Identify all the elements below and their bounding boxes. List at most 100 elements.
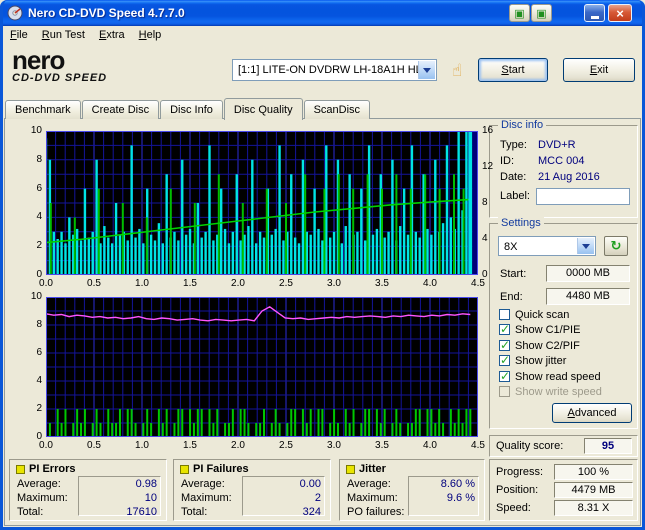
- checkbox-show-c2-pif[interactable]: Show C2/PIF: [499, 338, 580, 352]
- axis-tick: 0: [36, 269, 42, 280]
- disc-type-value: DVD+R: [538, 139, 576, 151]
- advanced-button[interactable]: Advanced: [552, 403, 632, 423]
- axis-tick: 4.5: [471, 440, 485, 451]
- titlebar-tool-button-2[interactable]: ▣: [531, 4, 552, 22]
- tab-benchmark[interactable]: Benchmark: [5, 100, 81, 119]
- disc-label-input[interactable]: [536, 188, 630, 205]
- start-position-field[interactable]: 0000 MB: [546, 265, 630, 282]
- stat-label: PO failures:: [347, 506, 405, 518]
- tab-strip: Benchmark Create Disc Disc Info Disc Qua…: [5, 98, 371, 120]
- pi-failures-stats: PI Failures Average: Maximum: Total: 0.0…: [173, 459, 331, 521]
- axis-tick: 6: [36, 182, 42, 194]
- refresh-button[interactable]: ↻: [604, 236, 628, 256]
- checkbox-label: Quick scan: [515, 308, 570, 321]
- field-label: End:: [500, 291, 523, 303]
- position-value: 4479 MB: [554, 482, 633, 498]
- axis-tick: 8: [482, 197, 488, 208]
- drive-selector[interactable]: [1:1] LITE-ON DVDRW LH-18A1H HL05: [232, 59, 437, 81]
- logo-text: nero: [12, 45, 65, 75]
- green-window-icon: ▣: [514, 7, 525, 20]
- menu-run-test[interactable]: Run Test: [35, 27, 92, 45]
- jitter-legend-swatch: [346, 464, 355, 474]
- stat-label: Average:: [347, 478, 391, 490]
- axis-tick: 4.0: [423, 278, 437, 289]
- stat-value: 9.6 %: [446, 492, 475, 504]
- close-icon: ×: [616, 5, 624, 21]
- drive-hand-button[interactable]: ☝: [443, 58, 471, 83]
- stat-label: Maximum:: [17, 492, 68, 504]
- disc-quality-panel: PI Errors Average: Maximum: Total: 0.98 …: [4, 118, 641, 526]
- checkbox-show-write-speed[interactable]: Show write speed: [499, 385, 602, 398]
- pi-errors-chart: [44, 131, 479, 275]
- axis-tick: 0: [36, 431, 42, 442]
- checkbox-label: Show write speed: [515, 385, 602, 398]
- checkbox-quick-scan[interactable]: Quick scan: [499, 308, 569, 321]
- axis-tick: 10: [30, 125, 42, 136]
- axis-tick: 16: [482, 125, 494, 136]
- tab-scandisc[interactable]: ScanDisc: [303, 100, 371, 119]
- logo-subtext: CD-DVD SPEED: [12, 72, 108, 84]
- exit-button[interactable]: Exit: [563, 58, 635, 82]
- field-label: Date:: [500, 171, 527, 183]
- disc-date-value: 21 Aug 2016: [538, 171, 600, 183]
- menu-bar: File Run Test Extra Help: [3, 27, 642, 45]
- checkbox-box: [499, 338, 510, 352]
- status-group: Progress: 100 % Position: 4479 MB Speed:…: [489, 459, 638, 521]
- checkbox-show-jitter[interactable]: Show jitter: [499, 353, 566, 367]
- axis-tick: 2.0: [231, 440, 245, 451]
- checkbox-label: Show C1/PIE: [515, 323, 581, 336]
- pi-errors-legend-swatch: [16, 464, 25, 474]
- settings-group: Settings 8X ↻ Start: 0000 MB End: 4480 M…: [489, 217, 638, 429]
- axis-tick: 2.0: [231, 278, 245, 289]
- speed-selector[interactable]: 8X: [498, 236, 596, 256]
- end-position-field[interactable]: 4480 MB: [546, 288, 630, 305]
- axis-tick: 12: [482, 161, 494, 172]
- axis-tick: 0.5: [87, 278, 101, 289]
- minimize-icon: [590, 15, 599, 19]
- start-button[interactable]: Start: [478, 58, 548, 82]
- menu-help[interactable]: Help: [132, 27, 169, 45]
- panel-title: Jitter: [359, 463, 386, 475]
- axis-tick: 1.5: [183, 278, 197, 289]
- stat-values: 8.60 % 9.6 %: [408, 476, 479, 516]
- checkbox-box: [499, 322, 510, 336]
- stat-values: 0.00 2 324: [242, 476, 325, 518]
- axis-tick: 6: [36, 347, 42, 358]
- stat-value: 10: [144, 492, 157, 504]
- dropdown-arrow-button[interactable]: [418, 61, 435, 79]
- field-label: Label:: [500, 190, 530, 202]
- title-bar[interactable]: Nero CD-DVD Speed 4.7.7.0 ▣ ▣ ×: [0, 0, 645, 26]
- titlebar-tool-button-1[interactable]: ▣: [509, 4, 530, 22]
- stat-value: 2: [314, 492, 321, 504]
- app-icon: [7, 5, 23, 21]
- pi-errors-stats: PI Errors Average: Maximum: Total: 0.98 …: [9, 459, 167, 521]
- menu-file[interactable]: File: [3, 27, 35, 45]
- axis-tick: 8: [36, 319, 42, 330]
- nero-logo: nero CD-DVD SPEED: [12, 45, 108, 84]
- speed-label: Speed:: [496, 502, 531, 514]
- tab-disc-info[interactable]: Disc Info: [160, 100, 223, 119]
- panel-title: PI Errors: [29, 463, 76, 475]
- axis-tick: 2.5: [279, 440, 293, 451]
- axis-tick: 3.0: [327, 278, 341, 289]
- axis-tick: 10: [30, 291, 42, 302]
- tab-create-disc[interactable]: Create Disc: [81, 100, 160, 119]
- close-button[interactable]: ×: [608, 4, 632, 22]
- dropdown-arrow-button[interactable]: [577, 238, 594, 254]
- checkbox-show-c1-pie[interactable]: Show C1/PIE: [499, 322, 581, 336]
- axis-tick: 2: [36, 240, 42, 252]
- axis-tick: 1.0: [135, 440, 149, 451]
- panel-title: PI Failures: [193, 463, 249, 475]
- stat-label: Maximum:: [347, 492, 398, 504]
- quality-score-value: 95: [584, 438, 632, 454]
- stat-value: 17610: [126, 506, 157, 518]
- drive-selector-value: [1:1] LITE-ON DVDRW LH-18A1H HL05: [238, 64, 435, 76]
- menu-extra[interactable]: Extra: [92, 27, 132, 45]
- checkbox-show-read-speed[interactable]: Show read speed: [499, 369, 601, 383]
- axis-tick: 4.0: [423, 440, 437, 451]
- minimize-button[interactable]: [584, 4, 605, 22]
- tab-disc-quality[interactable]: Disc Quality: [223, 98, 303, 120]
- quality-score-box: Quality score: 95: [489, 435, 638, 457]
- disc-id-value: MCC 004: [538, 155, 585, 167]
- checkbox-box: [499, 386, 510, 397]
